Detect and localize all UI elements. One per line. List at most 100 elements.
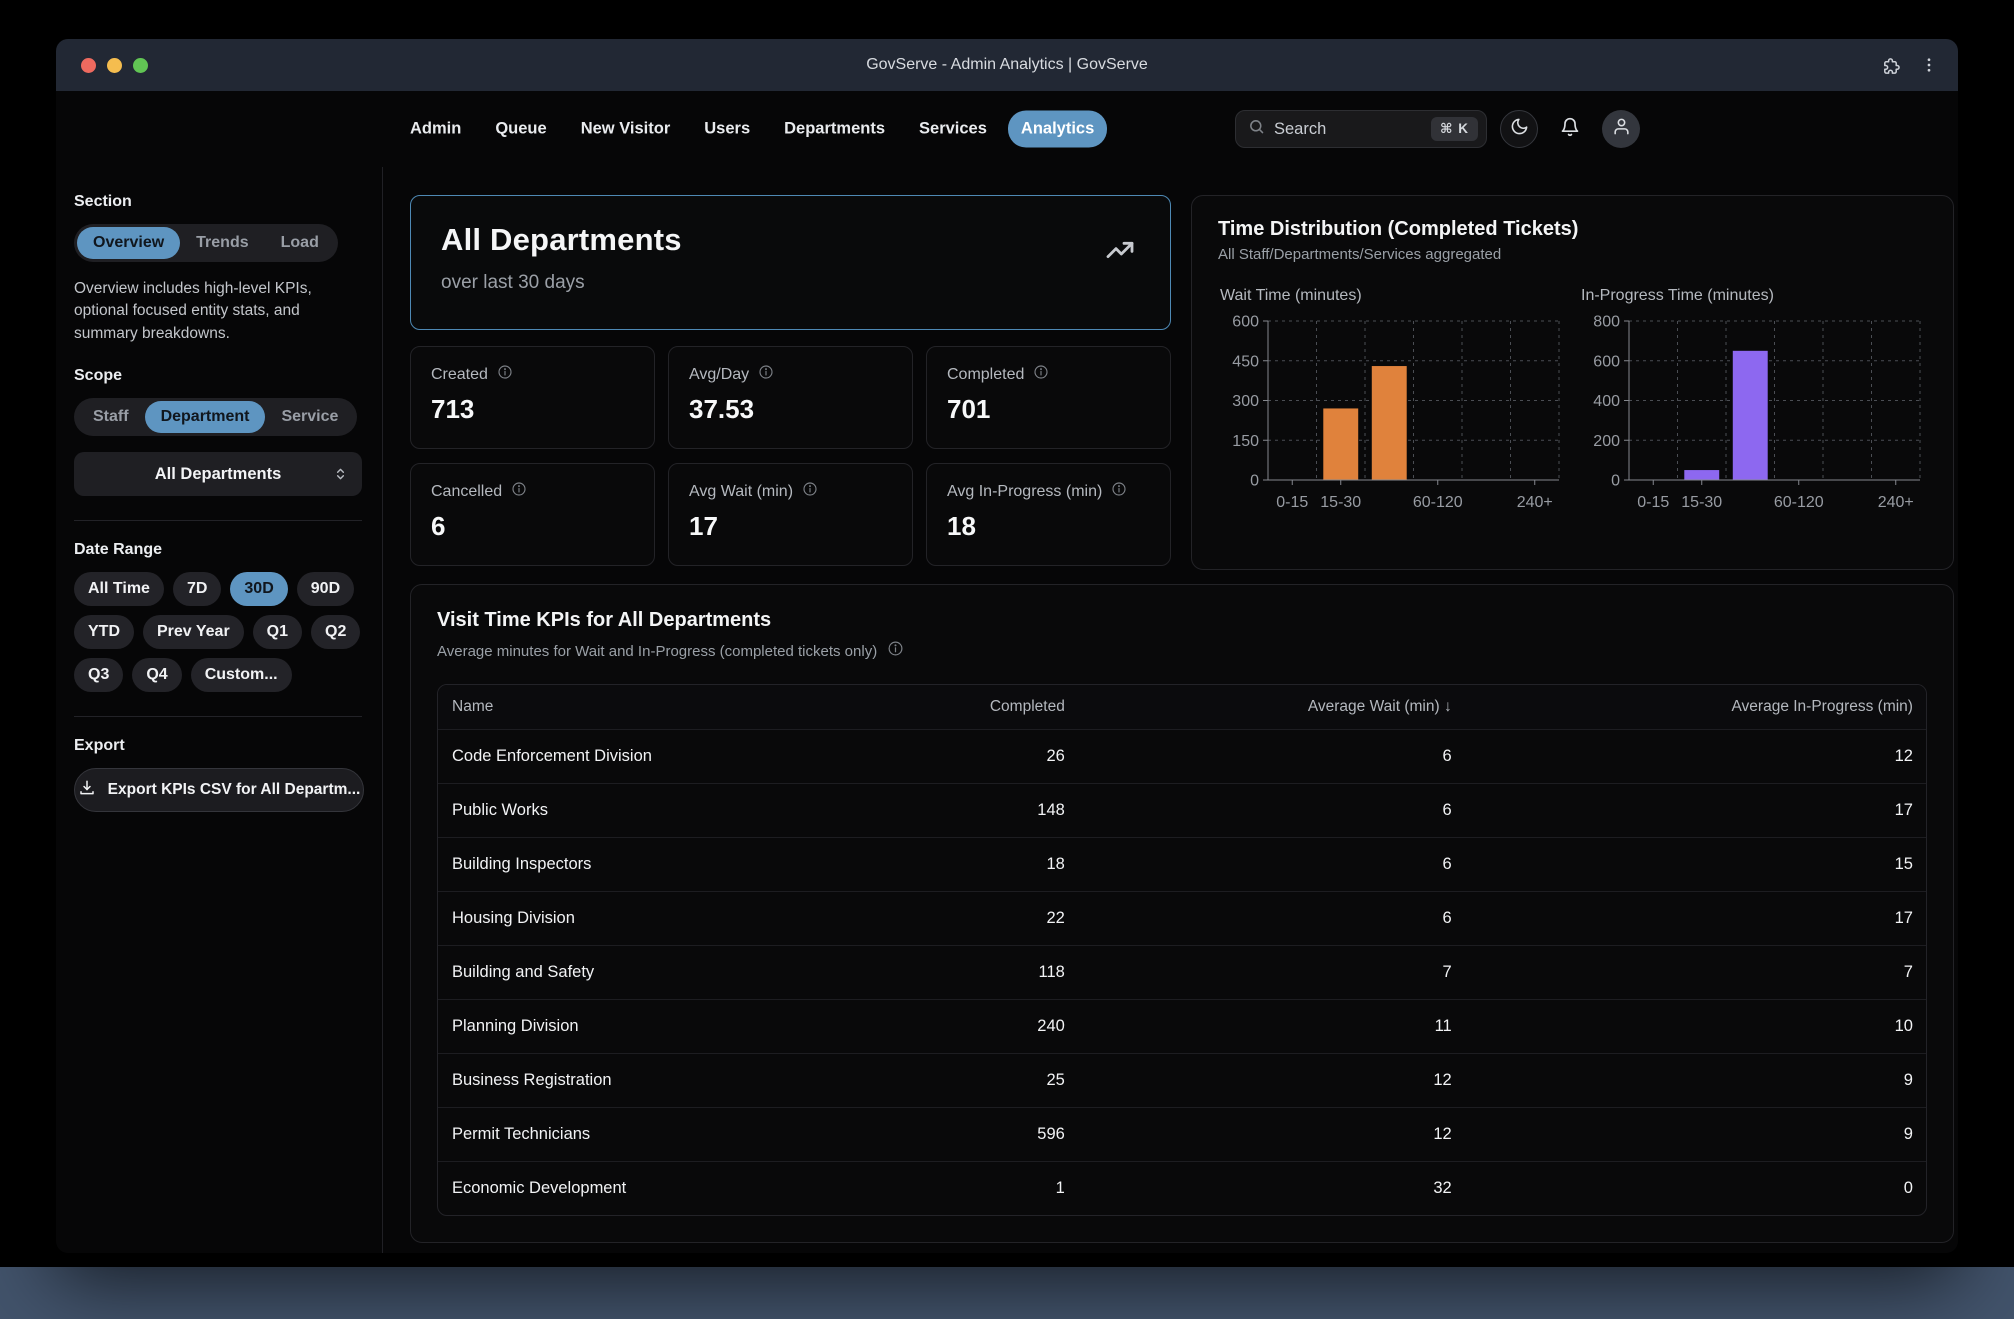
scope-segmented-control: StaffDepartmentService xyxy=(74,398,357,436)
date-range-prev-year[interactable]: Prev Year xyxy=(143,615,244,649)
export-label: Export xyxy=(74,737,366,755)
section-option-trends[interactable]: Trends xyxy=(180,227,264,259)
kpi-value: 18 xyxy=(947,511,1150,542)
window-title: GovServe - Admin Analytics | GovServe xyxy=(56,56,1958,74)
table-header-row: NameCompletedAverage Wait (min) ↓Average… xyxy=(438,685,1926,729)
export-csv-button[interactable]: Export KPIs CSV for All Departm... xyxy=(74,768,364,812)
kpi-value: 713 xyxy=(431,394,634,425)
extensions-puzzle-icon[interactable] xyxy=(1881,56,1900,75)
cell-name: Business Registration xyxy=(438,1071,884,1090)
scope-label: Scope xyxy=(74,367,366,385)
section-option-overview[interactable]: Overview xyxy=(77,227,180,259)
svg-text:240+: 240+ xyxy=(1517,494,1553,511)
maximize-window-button[interactable] xyxy=(133,58,148,73)
kpi-label: Avg/Day xyxy=(689,366,749,384)
cell-value: 6 xyxy=(1078,909,1465,928)
info-icon[interactable] xyxy=(1033,364,1049,385)
cell-value: 10 xyxy=(1465,1017,1926,1036)
kpi-card-cancelled: Cancelled 6 xyxy=(410,463,655,566)
date-range-q2[interactable]: Q2 xyxy=(311,615,360,649)
theme-toggle-button[interactable] xyxy=(1500,110,1538,148)
date-range-7d[interactable]: 7D xyxy=(173,572,221,606)
table-title: Visit Time KPIs for All Departments xyxy=(437,609,1927,632)
entity-select-value: All Departments xyxy=(155,465,282,484)
date-range-custom[interactable]: Custom... xyxy=(191,658,292,692)
kpi-grid: Created 713 Avg/Day 37.53 Completed xyxy=(410,346,1171,566)
svg-text:0: 0 xyxy=(1250,473,1259,490)
kpi-value: 701 xyxy=(947,394,1150,425)
scope-option-service[interactable]: Service xyxy=(265,401,354,433)
search-placeholder: Search xyxy=(1274,120,1422,139)
svg-text:300: 300 xyxy=(1232,393,1259,410)
distribution-title: Time Distribution (Completed Tickets) xyxy=(1218,218,1927,241)
nav-item-admin[interactable]: Admin xyxy=(397,111,474,148)
info-icon[interactable] xyxy=(802,481,818,502)
cell-value: 26 xyxy=(884,747,1077,766)
date-range-all-time[interactable]: All Time xyxy=(74,572,164,606)
user-menu-button[interactable] xyxy=(1602,110,1640,148)
date-range-q3[interactable]: Q3 xyxy=(74,658,123,692)
kpi-label: Completed xyxy=(947,366,1024,384)
kpi-card-avg-day: Avg/Day 37.53 xyxy=(668,346,913,449)
scope-option-staff[interactable]: Staff xyxy=(77,401,145,433)
nav-item-analytics[interactable]: Analytics xyxy=(1008,111,1107,148)
svg-text:800: 800 xyxy=(1593,314,1620,331)
browser-window: GovServe - Admin Analytics | GovServe Ad… xyxy=(56,39,1958,1253)
column-header-average-in-progress-min[interactable]: Average In-Progress (min) xyxy=(1465,698,1926,716)
hero-title: All Departments xyxy=(441,222,1140,258)
date-range-q4[interactable]: Q4 xyxy=(132,658,181,692)
column-header-completed[interactable]: Completed xyxy=(884,698,1077,716)
search-input[interactable]: Search ⌘ K xyxy=(1235,110,1487,148)
nav-item-new-visitor[interactable]: New Visitor xyxy=(568,111,684,148)
user-icon xyxy=(1612,117,1631,141)
search-shortcut-badge: ⌘ K xyxy=(1431,117,1478,141)
column-header-average-wait-min[interactable]: Average Wait (min) ↓ xyxy=(1078,698,1465,716)
cell-name: Housing Division xyxy=(438,909,884,928)
bar-15-30 xyxy=(1323,408,1358,480)
entity-select[interactable]: All Departments xyxy=(74,452,362,496)
trending-up-icon xyxy=(1104,234,1136,271)
nav-item-queue[interactable]: Queue xyxy=(482,111,559,148)
info-icon[interactable] xyxy=(511,481,527,502)
desktop-background-strip xyxy=(0,1267,2014,1319)
cell-value: 12 xyxy=(1465,747,1926,766)
date-range-30d[interactable]: 30D xyxy=(230,572,287,606)
nav-item-users[interactable]: Users xyxy=(691,111,763,148)
date-range-ytd[interactable]: YTD xyxy=(74,615,134,649)
cell-name: Code Enforcement Division xyxy=(438,747,884,766)
notifications-button[interactable] xyxy=(1551,110,1589,148)
table-row-housing-division: Housing Division22617 xyxy=(438,891,1926,945)
cell-value: 15 xyxy=(1465,855,1926,874)
info-icon[interactable] xyxy=(887,640,904,662)
date-range-q1[interactable]: Q1 xyxy=(253,615,302,649)
chevron-up-down-icon xyxy=(332,466,349,483)
kpi-value: 37.53 xyxy=(689,394,892,425)
close-window-button[interactable] xyxy=(81,58,96,73)
column-header-name[interactable]: Name xyxy=(438,698,884,716)
minimize-window-button[interactable] xyxy=(107,58,122,73)
cell-name: Permit Technicians xyxy=(438,1125,884,1144)
info-icon[interactable] xyxy=(1111,481,1127,502)
svg-text:0: 0 xyxy=(1611,473,1620,490)
bar-30-60 xyxy=(1733,351,1768,480)
cell-value: 6 xyxy=(1078,801,1465,820)
cell-value: 148 xyxy=(884,801,1077,820)
info-icon[interactable] xyxy=(758,364,774,385)
section-option-load[interactable]: Load xyxy=(265,227,335,259)
kebab-menu-icon[interactable] xyxy=(1920,56,1938,74)
wait-time-minutes-chart: Wait Time (minutes)01503004506000-1515-3… xyxy=(1218,287,1566,525)
cell-name: Building Inspectors xyxy=(438,855,884,874)
cell-value: 12 xyxy=(1078,1071,1465,1090)
distribution-subtitle: All Staff/Departments/Services aggregate… xyxy=(1218,246,1927,263)
kpi-value: 6 xyxy=(431,511,634,542)
info-icon[interactable] xyxy=(497,364,513,385)
moon-icon xyxy=(1510,117,1529,141)
date-range-90d[interactable]: 90D xyxy=(297,572,354,606)
nav-item-services[interactable]: Services xyxy=(906,111,1000,148)
svg-text:60-120: 60-120 xyxy=(1413,494,1463,511)
cell-value: 240 xyxy=(884,1017,1077,1036)
table-row-business-registration: Business Registration25129 xyxy=(438,1053,1926,1107)
scope-option-department[interactable]: Department xyxy=(145,401,266,433)
sidebar-divider xyxy=(74,716,362,717)
nav-item-departments[interactable]: Departments xyxy=(771,111,898,148)
